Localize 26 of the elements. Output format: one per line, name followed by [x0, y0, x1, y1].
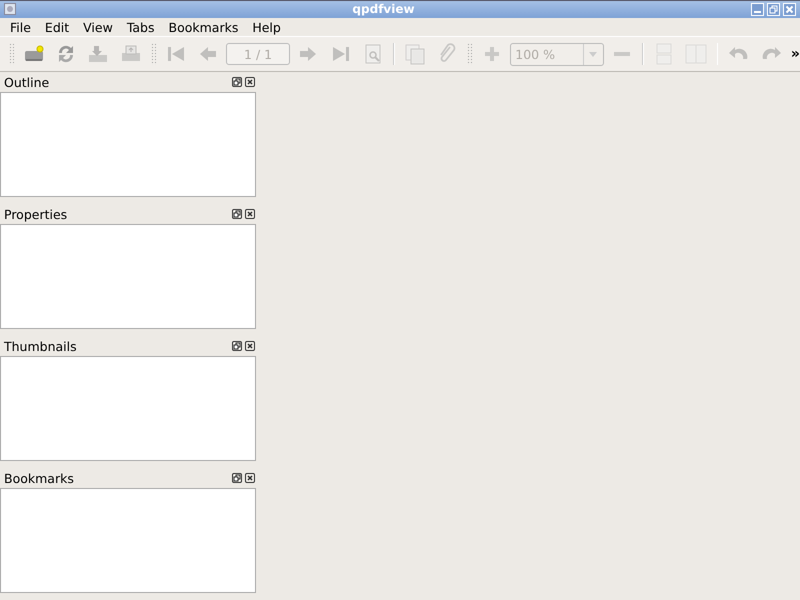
app-icon [4, 3, 16, 16]
dock-title: Outline [4, 74, 50, 90]
dock-title: Properties [4, 206, 68, 222]
dock-title: Bookmarks [4, 470, 75, 486]
close-icon[interactable] [245, 209, 255, 219]
restore-icon[interactable] [767, 2, 780, 16]
menu-item[interactable]: Help [245, 20, 288, 35]
dock-title: Thumbnails [4, 338, 78, 354]
float-icon[interactable] [232, 341, 242, 351]
menu-item[interactable]: Bookmarks [162, 20, 246, 35]
close-icon[interactable] [245, 341, 255, 351]
menu-item[interactable]: View [76, 20, 120, 35]
menu-item[interactable]: File [3, 20, 38, 35]
overflow-button[interactable]: » [790, 46, 800, 62]
float-icon[interactable] [232, 473, 242, 483]
copy-icon [402, 42, 427, 66]
window-title: qpdfview [351, 2, 416, 16]
close-icon[interactable] [245, 77, 255, 87]
float-icon[interactable] [232, 209, 242, 219]
float-icon[interactable] [232, 77, 242, 87]
menu-item[interactable]: Tabs [120, 20, 162, 35]
menu-item[interactable]: Edit [38, 20, 76, 35]
minimize-icon[interactable] [751, 2, 764, 16]
dropdown-arrow-icon [589, 52, 598, 57]
close-icon[interactable] [245, 473, 255, 483]
zoom-out-icon [614, 52, 630, 56]
